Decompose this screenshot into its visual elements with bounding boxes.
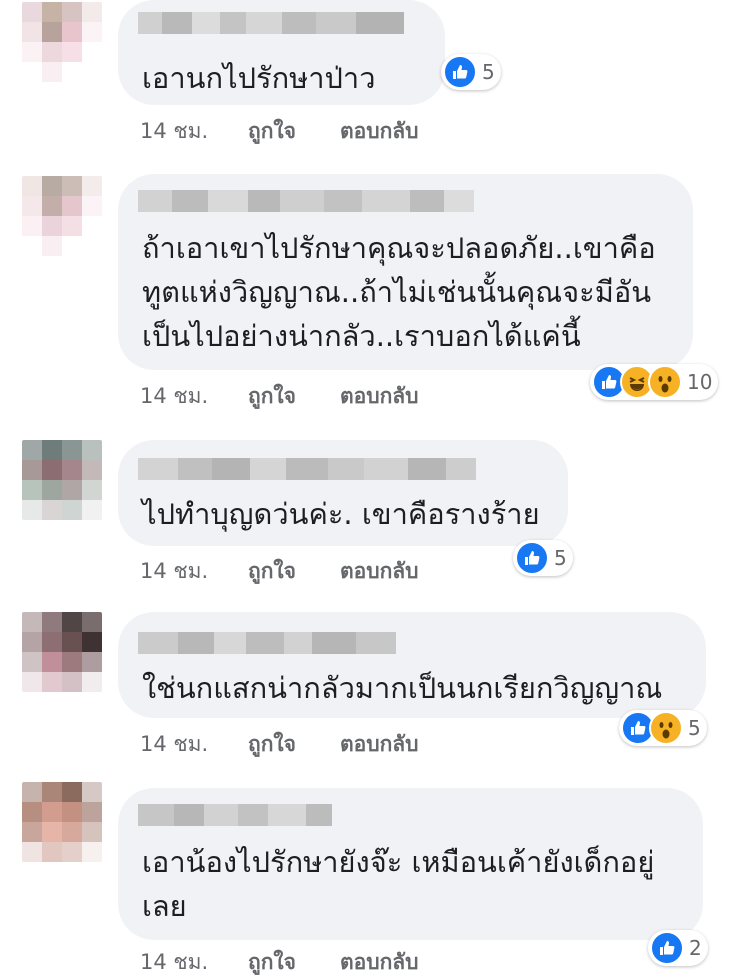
avatar[interactable] xyxy=(22,612,102,692)
timestamp[interactable]: 14 ชม. xyxy=(140,728,248,761)
comment-text: ถ้าเอาเขาไปรักษาคุณจะปลอดภัย..เขาคือ ทูต… xyxy=(142,231,656,353)
author-name-blurred[interactable] xyxy=(138,190,474,212)
avatar[interactable] xyxy=(22,2,102,82)
comment-actions: 14 ชม. ถูกใจ ตอบกลับ xyxy=(140,380,419,413)
comment-text: เอาน้องไปรักษายังจ๊ะ เหมือนเค้ายังเด็กอย… xyxy=(142,845,655,923)
reaction-count: 5 xyxy=(482,60,495,84)
reply-link[interactable]: ตอบกลับ xyxy=(340,946,419,979)
wow-icon xyxy=(648,365,682,399)
reaction-count: 5 xyxy=(554,546,567,570)
comment-actions: 14 ชม. ถูกใจ ตอบกลับ xyxy=(140,115,419,148)
author-name-blurred[interactable] xyxy=(138,12,404,34)
reply-link[interactable]: ตอบกลับ xyxy=(340,728,419,761)
like-link[interactable]: ถูกใจ xyxy=(248,555,340,588)
author-name-blurred[interactable] xyxy=(138,458,476,480)
reaction-summary[interactable]: 5 xyxy=(619,710,707,746)
comment-actions: 14 ชม. ถูกใจ ตอบกลับ xyxy=(140,555,419,588)
reaction-count: 10 xyxy=(687,370,713,394)
reaction-count: 2 xyxy=(689,936,702,960)
comment-text: ไปทำบุญดว่นค่ะ. เขาคือรางร้าย xyxy=(142,497,540,531)
comment-bubble: ถ้าเอาเขาไปรักษาคุณจะปลอดภัย..เขาคือ ทูต… xyxy=(118,174,693,370)
comment-bubble: ใช่นกแสกน่ากลัวมากเป็นนกเรียกวิญญาณ xyxy=(118,612,706,718)
author-name-blurred[interactable] xyxy=(138,804,332,826)
comment-actions: 14 ชม. ถูกใจ ตอบกลับ xyxy=(140,728,419,761)
like-link[interactable]: ถูกใจ xyxy=(248,946,340,979)
timestamp[interactable]: 14 ชม. xyxy=(140,555,248,588)
comment-actions: 14 ชม. ถูกใจ ตอบกลับ xyxy=(140,946,419,979)
reaction-summary[interactable]: 10 xyxy=(590,364,719,400)
comment-bubble: เอานกไปรักษาป่าว xyxy=(118,0,445,105)
comment-bubble: เอาน้องไปรักษายังจ๊ะ เหมือนเค้ายังเด็กอย… xyxy=(118,788,703,940)
timestamp[interactable]: 14 ชม. xyxy=(140,115,248,148)
avatar[interactable] xyxy=(22,782,102,862)
reply-link[interactable]: ตอบกลับ xyxy=(340,380,419,413)
reply-link[interactable]: ตอบกลับ xyxy=(340,115,419,148)
like-icon xyxy=(515,541,549,575)
avatar[interactable] xyxy=(22,176,102,256)
like-link[interactable]: ถูกใจ xyxy=(248,380,340,413)
avatar[interactable] xyxy=(22,440,102,520)
like-icon xyxy=(443,55,477,89)
comment-text: ใช่นกแสกน่ากลัวมากเป็นนกเรียกวิญญาณ xyxy=(142,671,663,705)
wow-icon xyxy=(649,711,683,745)
reply-link[interactable]: ตอบกลับ xyxy=(340,555,419,588)
like-link[interactable]: ถูกใจ xyxy=(248,115,340,148)
comment-bubble: ไปทำบุญดว่นค่ะ. เขาคือรางร้าย xyxy=(118,440,568,546)
reaction-summary[interactable]: 5 xyxy=(441,54,501,90)
reaction-count: 5 xyxy=(688,716,701,740)
like-link[interactable]: ถูกใจ xyxy=(248,728,340,761)
reaction-summary[interactable]: 2 xyxy=(648,930,708,966)
like-icon xyxy=(650,931,684,965)
comment-text: เอานกไปรักษาป่าว xyxy=(142,61,376,95)
reaction-summary[interactable]: 5 xyxy=(513,540,573,576)
author-name-blurred[interactable] xyxy=(138,632,396,654)
timestamp[interactable]: 14 ชม. xyxy=(140,380,248,413)
timestamp[interactable]: 14 ชม. xyxy=(140,946,248,979)
